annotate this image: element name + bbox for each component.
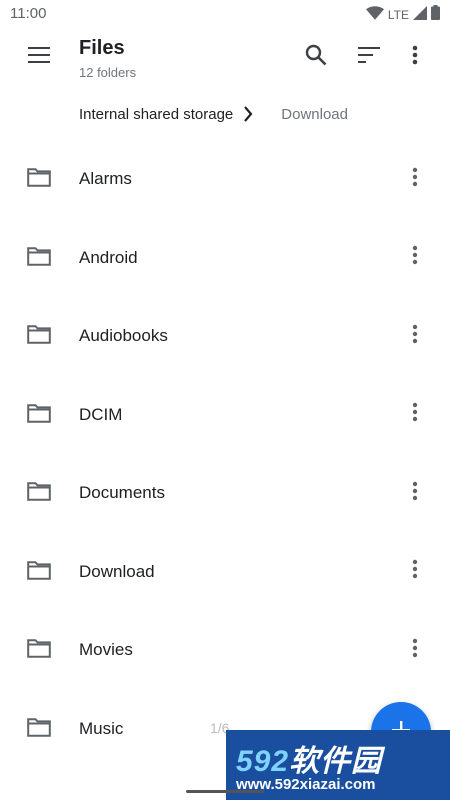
folder-name: Android [79,247,138,267]
folder-count: 12 folders [79,65,137,80]
status-icons: LTE [365,5,440,25]
breadcrumb-current[interactable]: Download [281,106,348,123]
folder-name: DCIM [79,404,123,424]
battery-icon [431,5,440,25]
menu-icon [28,46,50,68]
more-vert-icon [412,402,418,427]
folder-name: Download [79,561,155,581]
item-more-button[interactable] [400,400,430,430]
folder-icon [27,324,51,348]
folder-name: Audiobooks [79,326,168,345]
watermark-logo-number: 592 [236,745,290,778]
item-more-button[interactable] [400,243,430,273]
item-more-button[interactable] [400,164,430,194]
folder-icon [27,481,51,505]
chevron-right-icon [243,106,253,122]
more-vert-icon [412,245,418,270]
folder-name: Movies [79,640,133,659]
list-item[interactable]: Audiobooks [0,297,450,375]
list-item[interactable]: Movies [0,611,450,689]
gesture-bar[interactable] [186,790,264,793]
list-item[interactable]: Android [0,219,450,297]
list-item[interactable]: Alarms [0,140,450,218]
folder-icon [27,246,51,270]
folder-icon [27,167,51,191]
more-options-button[interactable] [395,37,435,77]
item-more-button[interactable] [400,557,430,587]
list-item[interactable]: DCIM [0,376,450,454]
watermark-logo: 592软件园 [236,736,382,780]
breadcrumb: Internal shared storage Download [79,100,348,128]
status-bar: 11:00 LTE [0,0,450,28]
folder-icon [27,560,51,584]
more-vert-icon [412,324,418,349]
more-vert-icon [412,481,418,506]
list-item[interactable]: Documents [0,454,450,532]
more-vert-icon [412,559,418,584]
item-more-button[interactable] [400,478,430,508]
sort-button[interactable] [349,37,389,77]
folder-icon [27,638,51,662]
more-vert-icon [412,167,418,192]
sort-icon [358,46,380,68]
status-time: 11:00 [10,5,47,22]
breadcrumb-root[interactable]: Internal shared storage [79,106,233,123]
folder-icon [27,717,51,741]
folder-name: Music [79,718,124,738]
folder-name: Documents [79,483,165,502]
wifi-icon [365,5,384,25]
menu-button[interactable] [19,37,59,77]
cell-signal-icon [413,5,427,25]
folder-icon [27,403,51,427]
item-more-button[interactable] [400,321,430,351]
watermark-logo-text: 软件园 [289,745,383,778]
more-vert-icon [412,638,418,663]
list-item[interactable]: Download [0,533,450,611]
folder-name: Alarms [79,169,132,188]
search-button[interactable] [296,37,336,77]
search-icon [305,44,327,71]
page-title: Files [79,37,125,59]
item-more-button[interactable] [400,635,430,665]
network-type: LTE [387,8,409,22]
app-bar: Files 12 folders [0,28,450,88]
more-vert-icon [412,45,418,70]
